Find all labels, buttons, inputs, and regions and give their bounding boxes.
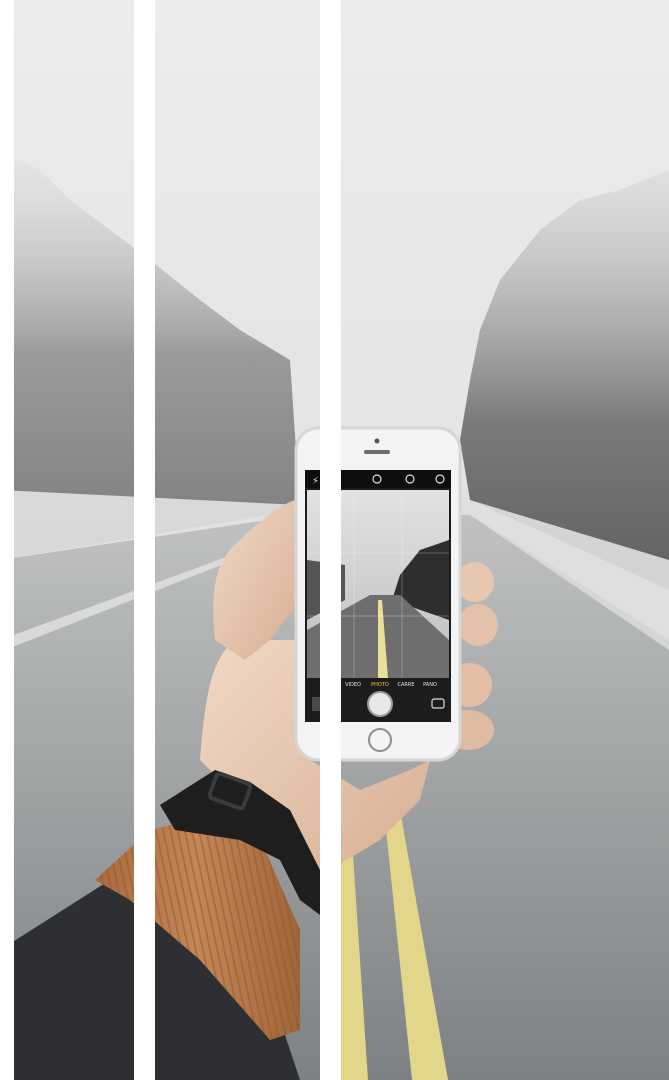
- finger-2: [458, 604, 498, 646]
- shutter-button[interactable]: [367, 691, 393, 717]
- left-margin: [0, 0, 14, 1080]
- divider-2: [320, 0, 341, 1080]
- photo-scene: ⚡ VIDEO PHOTO CARRE PANO: [0, 0, 669, 1080]
- divider-1: [134, 0, 155, 1080]
- finger-1: [456, 562, 494, 602]
- mode-carre[interactable]: CARRE: [397, 682, 414, 688]
- mode-video[interactable]: VIDEO: [345, 682, 361, 688]
- mode-pano[interactable]: PANO: [423, 682, 437, 688]
- phone-front-camera: [374, 438, 380, 444]
- mode-photo[interactable]: PHOTO: [371, 682, 389, 688]
- phone-earpiece: [364, 450, 390, 454]
- home-button[interactable]: [368, 728, 392, 752]
- flash-icon: ⚡: [312, 476, 319, 487]
